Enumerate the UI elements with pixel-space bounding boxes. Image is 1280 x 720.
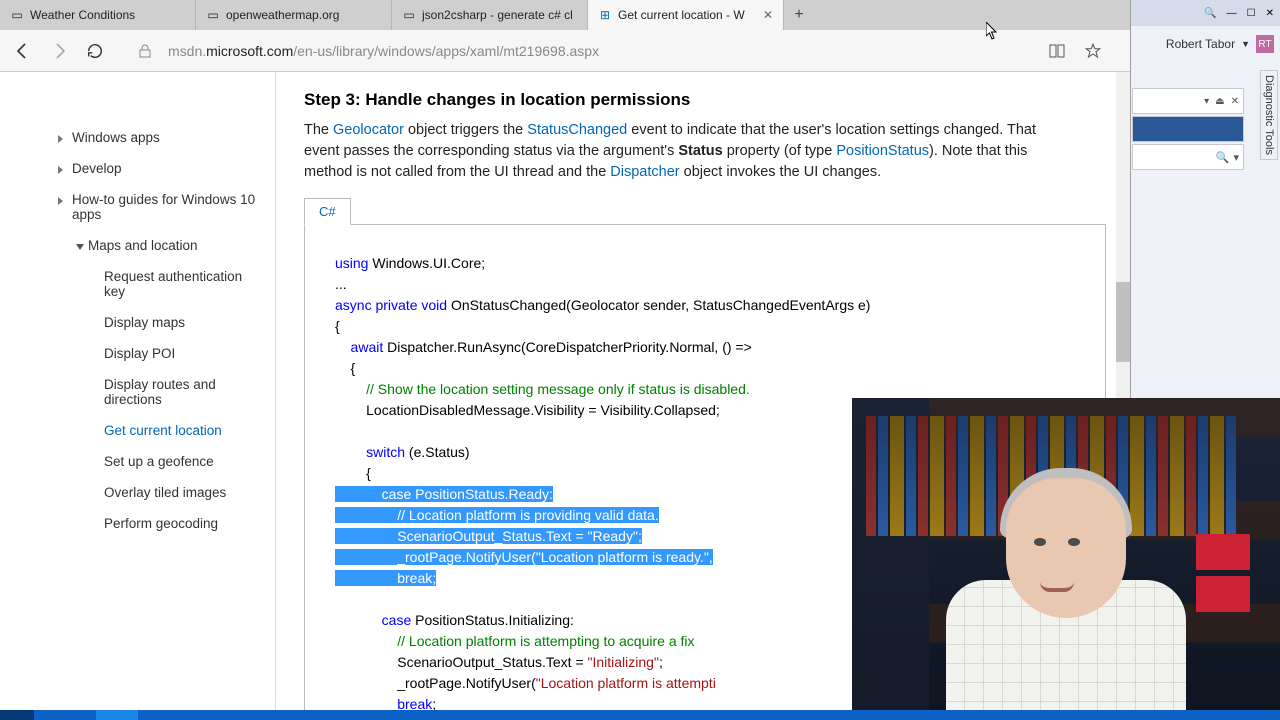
sidebar-item-label: Display maps	[104, 315, 185, 330]
address-bar: msdn.microsoft.com/en-us/library/windows…	[0, 30, 1280, 72]
webcam-overlay	[852, 398, 1280, 720]
sidebar-item-label: How-to guides for Windows 10 apps	[72, 192, 255, 222]
url-part: msdn.	[168, 43, 206, 59]
sidebar-item-geofence[interactable]: Set up a geofence	[0, 446, 275, 477]
chevron-down-icon: ▾	[1204, 96, 1209, 107]
link-statuschanged[interactable]: StatusChanged	[527, 122, 627, 138]
pin-icon[interactable]: ⏏	[1215, 96, 1224, 107]
sidebar-item-label: Set up a geofence	[104, 454, 214, 469]
close-icon[interactable]: ✕	[763, 8, 773, 22]
search-icon: 🔍	[1216, 151, 1230, 164]
url-field[interactable]: msdn.microsoft.com/en-us/library/windows…	[164, 43, 814, 59]
maximize-button[interactable]: ☐	[1247, 8, 1256, 19]
sidebar-item-label: Overlay tiled images	[104, 485, 226, 500]
page-icon: ▭	[10, 8, 24, 22]
vs-search[interactable]: 🔍	[1132, 144, 1244, 170]
sidebar-item-label: Display POI	[104, 346, 175, 361]
sidebar-item-label: Windows apps	[72, 130, 160, 145]
sidebar-item-display-poi[interactable]: Display POI	[0, 338, 275, 369]
tab-label: Get current location - W	[618, 8, 745, 22]
vs-toolbar-row[interactable]: ▾ ⏏ ✕	[1132, 88, 1244, 114]
sidebar-item-label: Display routes and directions	[104, 377, 216, 407]
sidebar-item-howto-guides[interactable]: How-to guides for Windows 10 apps	[0, 184, 275, 230]
scrollbar-thumb[interactable]	[1116, 282, 1130, 362]
docs-sidebar: Windows apps Develop How-to guides for W…	[0, 72, 276, 720]
link-positionstatus[interactable]: PositionStatus	[836, 143, 929, 159]
link-geolocator[interactable]: Geolocator	[333, 122, 404, 138]
chevron-down-icon: ▼	[1241, 39, 1250, 49]
new-tab-button[interactable]: +	[784, 0, 814, 30]
tab-json2csharp[interactable]: ▭ json2csharp - generate c# cl	[392, 0, 588, 30]
close-window-button[interactable]: ✕	[1266, 8, 1274, 19]
step-paragraph: The Geolocator object triggers the Statu…	[304, 120, 1064, 183]
search-icon[interactable]: 🔍	[1204, 8, 1216, 19]
taskbar-app[interactable]	[96, 710, 138, 720]
minimize-button[interactable]: —	[1227, 8, 1237, 19]
sidebar-item-label: Get current location	[104, 423, 222, 438]
sidebar-item-geocoding[interactable]: Perform geocoding	[0, 508, 275, 539]
browser-tabbar: ▭ Weather Conditions ▭ openweathermap.or…	[0, 0, 1280, 30]
sidebar-item-develop[interactable]: Develop	[0, 153, 275, 184]
reading-view-icon[interactable]	[1040, 34, 1074, 68]
tab-label: openweathermap.org	[226, 8, 339, 22]
sidebar-item-label: Develop	[72, 161, 122, 176]
tab-label: json2csharp - generate c# cl	[422, 8, 573, 22]
tab-label: Weather Conditions	[30, 8, 135, 22]
back-button[interactable]	[6, 34, 40, 68]
tab-get-current-location[interactable]: ⊞ Get current location - W ✕	[588, 0, 784, 30]
refresh-button[interactable]	[78, 34, 112, 68]
sidebar-item-label: Maps and location	[88, 238, 198, 253]
avatar: RT	[1256, 35, 1274, 53]
vs-panel: ▾ ⏏ ✕ 🔍	[1132, 88, 1244, 172]
windows-taskbar[interactable]	[0, 710, 1280, 720]
forward-button[interactable]	[42, 34, 76, 68]
sidebar-item-label: Request authentication key	[104, 269, 242, 299]
start-button[interactable]	[0, 710, 34, 720]
close-icon[interactable]: ✕	[1231, 96, 1239, 107]
favorite-icon[interactable]	[1076, 34, 1110, 68]
sidebar-item-label: Perform geocoding	[104, 516, 218, 531]
sidebar-item-windows-apps[interactable]: Windows apps	[0, 122, 275, 153]
diagnostic-tools-dock[interactable]: Diagnostic Tools	[1260, 70, 1278, 160]
page-icon: ▭	[402, 8, 416, 22]
sidebar-item-display-maps[interactable]: Display maps	[0, 307, 275, 338]
tab-openweathermap[interactable]: ▭ openweathermap.org	[196, 0, 392, 30]
sidebar-item-overlay-tiled[interactable]: Overlay tiled images	[0, 477, 275, 508]
url-path: /en-us/library/windows/apps/xaml/mt21969…	[293, 43, 599, 59]
vs-window-controls: 🔍 — ☐ ✕	[1131, 0, 1280, 26]
sidebar-item-maps-location[interactable]: Maps and location	[0, 230, 275, 261]
vs-dropdown[interactable]	[1132, 116, 1244, 142]
sidebar-item-get-current-location[interactable]: Get current location	[0, 415, 275, 446]
bold-status: Status	[678, 143, 722, 159]
sidebar-item-auth-key[interactable]: Request authentication key	[0, 261, 275, 307]
step-heading: Step 3: Handle changes in location permi…	[304, 90, 1106, 110]
url-host: microsoft.com	[206, 43, 293, 59]
link-dispatcher[interactable]: Dispatcher	[610, 164, 679, 180]
sidebar-item-routes[interactable]: Display routes and directions	[0, 369, 275, 415]
page-icon: ▭	[206, 8, 220, 22]
tab-weather[interactable]: ▭ Weather Conditions	[0, 0, 196, 30]
windows-icon: ⊞	[598, 8, 612, 22]
code-language-tab[interactable]: C#	[304, 198, 351, 225]
vs-user-badge[interactable]: Robert Tabor ▼ RT	[1131, 26, 1280, 62]
presenter	[936, 460, 1196, 720]
vs-user-name: Robert Tabor	[1166, 37, 1235, 51]
lock-icon	[128, 34, 162, 68]
